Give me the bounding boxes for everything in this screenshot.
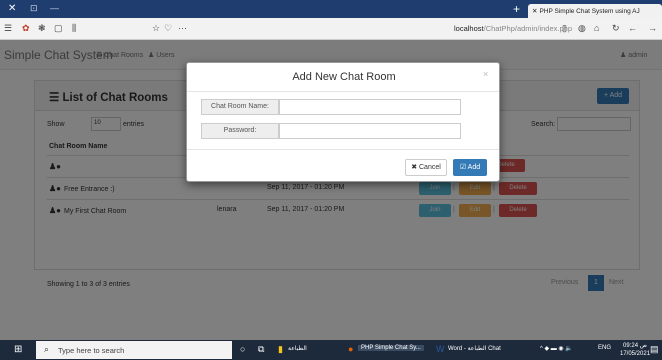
word-icon[interactable]: W — [436, 344, 445, 354]
star-icon[interactable]: ☆ — [152, 23, 160, 34]
modal-divider — [187, 91, 499, 92]
minimize-icon[interactable]: — — [50, 3, 59, 13]
page-icon[interactable]: ▯ — [562, 23, 567, 34]
taskbar-clock[interactable]: 09:24 ص 17/05/2021 — [620, 342, 650, 358]
taskbar: ⊞ ⌕ Type here to search ○ ⧉ ▮ الطباعة ● … — [0, 340, 662, 360]
cortana-icon[interactable]: ○ — [240, 344, 245, 354]
chat-room-name-input[interactable] — [279, 99, 461, 115]
library-icon[interactable]: ⫼ — [72, 23, 76, 34]
reading-icon[interactable]: ❃ — [38, 23, 46, 34]
password-label: Password: — [201, 123, 279, 139]
browser-tab[interactable]: ✕ PHP Simple Chat System using AJ — [528, 4, 662, 18]
tab-close-icon[interactable]: ✕ — [532, 8, 537, 15]
clock-date: 17/05/2021 — [620, 351, 651, 357]
address-bar: ☰ ✿ ❃ ▢ ⫼ ☆ ♡ ··· localhost/ChatPhp/admi… — [0, 18, 662, 40]
modal-title: Add New Chat Room — [292, 71, 396, 83]
search-icon: ⌕ — [44, 344, 50, 354]
home-icon[interactable]: ⌂ — [594, 23, 599, 33]
chat-room-name-label: Chat Room Name: — [201, 99, 279, 115]
taskbar-search[interactable]: ⌕ Type here to search — [36, 341, 232, 359]
modal-add-button[interactable]: ☑ Add — [453, 159, 487, 176]
close-window-icon[interactable]: ✕ — [8, 3, 16, 14]
pocket-icon[interactable]: ♡ — [164, 23, 172, 34]
forward-arrow-icon[interactable]: → — [648, 23, 657, 33]
password-input[interactable] — [279, 123, 461, 139]
clock-time: 09:24 ص — [623, 343, 647, 349]
browser-title-bar: ✕ ⊡ — + ✕ PHP Simple Chat System using AJ — [0, 0, 662, 18]
taskbar-app-firefox[interactable]: PHP Simple Chat Sy... — [358, 345, 424, 351]
windows-start-icon[interactable]: ⊞ — [14, 344, 26, 356]
notification-icon[interactable]: ▤ — [650, 344, 659, 355]
taskbar-search-placeholder: Type here to search — [58, 346, 125, 355]
more-icon[interactable]: ··· — [178, 23, 187, 33]
new-tab-icon[interactable]: + — [513, 2, 520, 16]
tabs-icon[interactable]: ▢ — [54, 23, 63, 34]
modal-divider — [187, 149, 499, 150]
back-icon[interactable]: ⊡ — [30, 3, 38, 14]
reload-icon[interactable]: ↻ — [612, 23, 620, 34]
tab-title: PHP Simple Chat System using AJ — [539, 8, 640, 15]
menu-icon[interactable]: ☰ — [4, 23, 12, 34]
modal-close-icon[interactable]: × — [483, 69, 488, 79]
taskbar-app-folder[interactable]: الطباعة — [288, 345, 307, 352]
add-chat-room-modal: Add New Chat Room × Chat Room Name: Pass… — [186, 62, 500, 182]
taskbar-app-word[interactable]: Word - الطباعة Chat — [448, 345, 501, 352]
folder-icon[interactable]: ▮ — [278, 344, 283, 355]
cancel-button[interactable]: ✖ Cancel — [405, 159, 447, 176]
shield-icon[interactable]: ◍ — [578, 23, 586, 34]
task-view-icon[interactable]: ⧉ — [258, 344, 264, 355]
extension-icon[interactable]: ✿ — [22, 23, 30, 34]
url-path: /ChatPhp/admin/index.php — [483, 24, 573, 33]
url-field[interactable]: localhost/ChatPhp/admin/index.php — [454, 24, 572, 33]
tray-icons[interactable]: ^ ◆ ▬ ◉ 🔈 — [540, 345, 573, 352]
language-indicator[interactable]: ENG — [598, 345, 611, 351]
firefox-icon[interactable]: ● — [348, 344, 353, 354]
url-host: localhost — [454, 24, 484, 33]
back-arrow-icon[interactable]: ← — [628, 23, 637, 33]
